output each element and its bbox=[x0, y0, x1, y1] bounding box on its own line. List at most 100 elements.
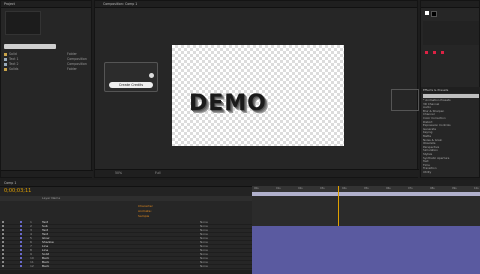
label-color-icon[interactable] bbox=[20, 241, 22, 243]
eye-icon[interactable] bbox=[2, 265, 4, 267]
resolution-select[interactable]: Full bbox=[155, 171, 160, 175]
layer-number: 12 bbox=[30, 264, 34, 268]
label-color-icon[interactable] bbox=[20, 245, 22, 247]
timeline-panel: Comp 1 0;00;03;11 Layer Name Character A… bbox=[0, 180, 480, 274]
timeline-track-area[interactable]: 00s 01s 02s 03s 04s 05s 06s 07s 08s 09s 10s bbox=[252, 186, 480, 274]
layer-duration-bar[interactable] bbox=[252, 246, 480, 250]
layer-duration-bar[interactable] bbox=[252, 230, 480, 234]
layer-row[interactable]: 12 Back None bbox=[0, 264, 252, 269]
work-area-bar[interactable] bbox=[252, 192, 480, 196]
layer-duration-bar[interactable] bbox=[252, 270, 480, 274]
label-color-icon[interactable] bbox=[20, 261, 22, 263]
audio-meter bbox=[423, 21, 479, 45]
effects-category[interactable]: Utility bbox=[423, 171, 479, 175]
last-frame-icon[interactable] bbox=[441, 51, 444, 54]
parent-select[interactable]: None bbox=[200, 264, 208, 268]
eye-icon[interactable] bbox=[2, 237, 4, 239]
project-footer bbox=[1, 170, 93, 177]
eye-icon[interactable] bbox=[2, 241, 4, 243]
eye-icon[interactable] bbox=[2, 225, 4, 227]
label-color-icon[interactable] bbox=[20, 221, 22, 223]
composition-tab[interactable]: Composition: Comp 1 bbox=[103, 2, 137, 6]
eye-icon[interactable] bbox=[2, 257, 4, 259]
info-tabbar bbox=[421, 1, 479, 8]
dialog-close-icon[interactable] bbox=[149, 73, 154, 78]
eye-icon[interactable] bbox=[2, 249, 4, 251]
animate-property: Animate: bbox=[138, 209, 152, 213]
layer-duration-bar[interactable] bbox=[252, 242, 480, 246]
layer-duration-bar[interactable] bbox=[252, 254, 480, 258]
effects-search-input[interactable] bbox=[423, 94, 479, 98]
ruler-tick-label: 10s bbox=[474, 187, 479, 190]
layer-name-header: Layer Name bbox=[42, 196, 61, 200]
project-tabbar: Project bbox=[1, 1, 91, 8]
first-frame-icon[interactable] bbox=[425, 51, 428, 54]
viewer-side-box bbox=[391, 89, 419, 111]
label-color-icon[interactable] bbox=[20, 253, 22, 255]
layer-header: Layer Name bbox=[0, 196, 252, 201]
item-icon bbox=[4, 68, 7, 71]
project-item-name: Solids bbox=[9, 67, 19, 71]
project-tab[interactable]: Project bbox=[4, 2, 15, 6]
label-color-icon[interactable] bbox=[20, 225, 22, 227]
label-color-icon[interactable] bbox=[20, 249, 22, 251]
ruler-tick-label: 03s bbox=[320, 187, 325, 190]
layer-outline: Layer Name Character Animate: Sample 1 Te… bbox=[0, 196, 252, 270]
right-panels: Effects & Presets * Animation Presets 3D … bbox=[420, 0, 480, 178]
ruler-tick-label: 09s bbox=[452, 187, 457, 190]
ruler-tick-label: 01s bbox=[276, 187, 281, 190]
preview-controls bbox=[423, 51, 479, 57]
eye-icon[interactable] bbox=[2, 221, 4, 223]
composition-viewer: Composition: Comp 1 DEMO Create Credits … bbox=[94, 0, 419, 178]
project-search-input[interactable] bbox=[4, 44, 56, 49]
layer-duration-bar[interactable] bbox=[252, 238, 480, 242]
viewer-toolbar: 50% Full bbox=[95, 169, 419, 177]
project-item[interactable]: Solids Folder bbox=[3, 67, 91, 72]
effects-presets-tab[interactable]: Effects & Presets bbox=[423, 88, 448, 92]
eye-icon[interactable] bbox=[2, 229, 4, 231]
timeline-comp-tab[interactable]: Comp 1 bbox=[4, 181, 16, 185]
ruler-tick-label: 06s bbox=[386, 187, 391, 190]
sample-property: Sample bbox=[138, 214, 150, 218]
label-color-icon[interactable] bbox=[20, 233, 22, 235]
create-credits-button[interactable]: Create Credits bbox=[109, 82, 153, 88]
project-thumbnail bbox=[5, 11, 41, 35]
ruler-tick-label: 07s bbox=[408, 187, 413, 190]
layer-duration-bar[interactable] bbox=[252, 250, 480, 254]
item-icon bbox=[4, 58, 7, 61]
ruler-tick-label: 02s bbox=[298, 187, 303, 190]
effects-tabbar: Effects & Presets bbox=[421, 87, 480, 93]
layer-duration-bar[interactable] bbox=[252, 262, 480, 266]
eye-icon[interactable] bbox=[2, 253, 4, 255]
script-dialog: Create Credits bbox=[104, 62, 158, 92]
label-color-icon[interactable] bbox=[20, 229, 22, 231]
color-swatch-white bbox=[425, 11, 429, 15]
item-icon bbox=[4, 53, 7, 56]
layer-duration-bar[interactable] bbox=[252, 258, 480, 262]
label-color-icon[interactable] bbox=[20, 265, 22, 267]
ruler-tick-label: 04s bbox=[342, 187, 347, 190]
play-icon[interactable] bbox=[433, 51, 436, 54]
ruler-tick-label: 05s bbox=[364, 187, 369, 190]
color-swatch-black bbox=[431, 11, 437, 17]
zoom-level[interactable]: 50% bbox=[115, 171, 122, 175]
label-color-icon[interactable] bbox=[20, 237, 22, 239]
ruler-tick-label: 08s bbox=[430, 187, 435, 190]
eye-icon[interactable] bbox=[2, 245, 4, 247]
layer-duration-bar[interactable] bbox=[252, 266, 480, 270]
viewer-tabbar: Composition: Comp 1 bbox=[95, 1, 417, 8]
layer-name[interactable]: Back bbox=[42, 264, 49, 268]
demo-text-layer[interactable]: DEMO bbox=[189, 91, 267, 116]
eye-icon[interactable] bbox=[2, 233, 4, 235]
character-property: Character bbox=[138, 204, 153, 208]
project-panel: Project Solid Folder Text 1 Composition Text… bbox=[0, 0, 93, 178]
effects-list: * Animation Presets 3D Channel Audio Blur &… bbox=[423, 99, 479, 174]
composition-canvas[interactable]: DEMO bbox=[172, 45, 344, 146]
project-item-type: Folder bbox=[67, 67, 77, 71]
layer-duration-bar[interactable] bbox=[252, 226, 480, 230]
eye-icon[interactable] bbox=[2, 261, 4, 263]
item-icon bbox=[4, 63, 7, 66]
layer-duration-bar[interactable] bbox=[252, 234, 480, 238]
current-time-display[interactable]: 0;00;03;11 bbox=[4, 188, 31, 194]
label-color-icon[interactable] bbox=[20, 257, 22, 259]
